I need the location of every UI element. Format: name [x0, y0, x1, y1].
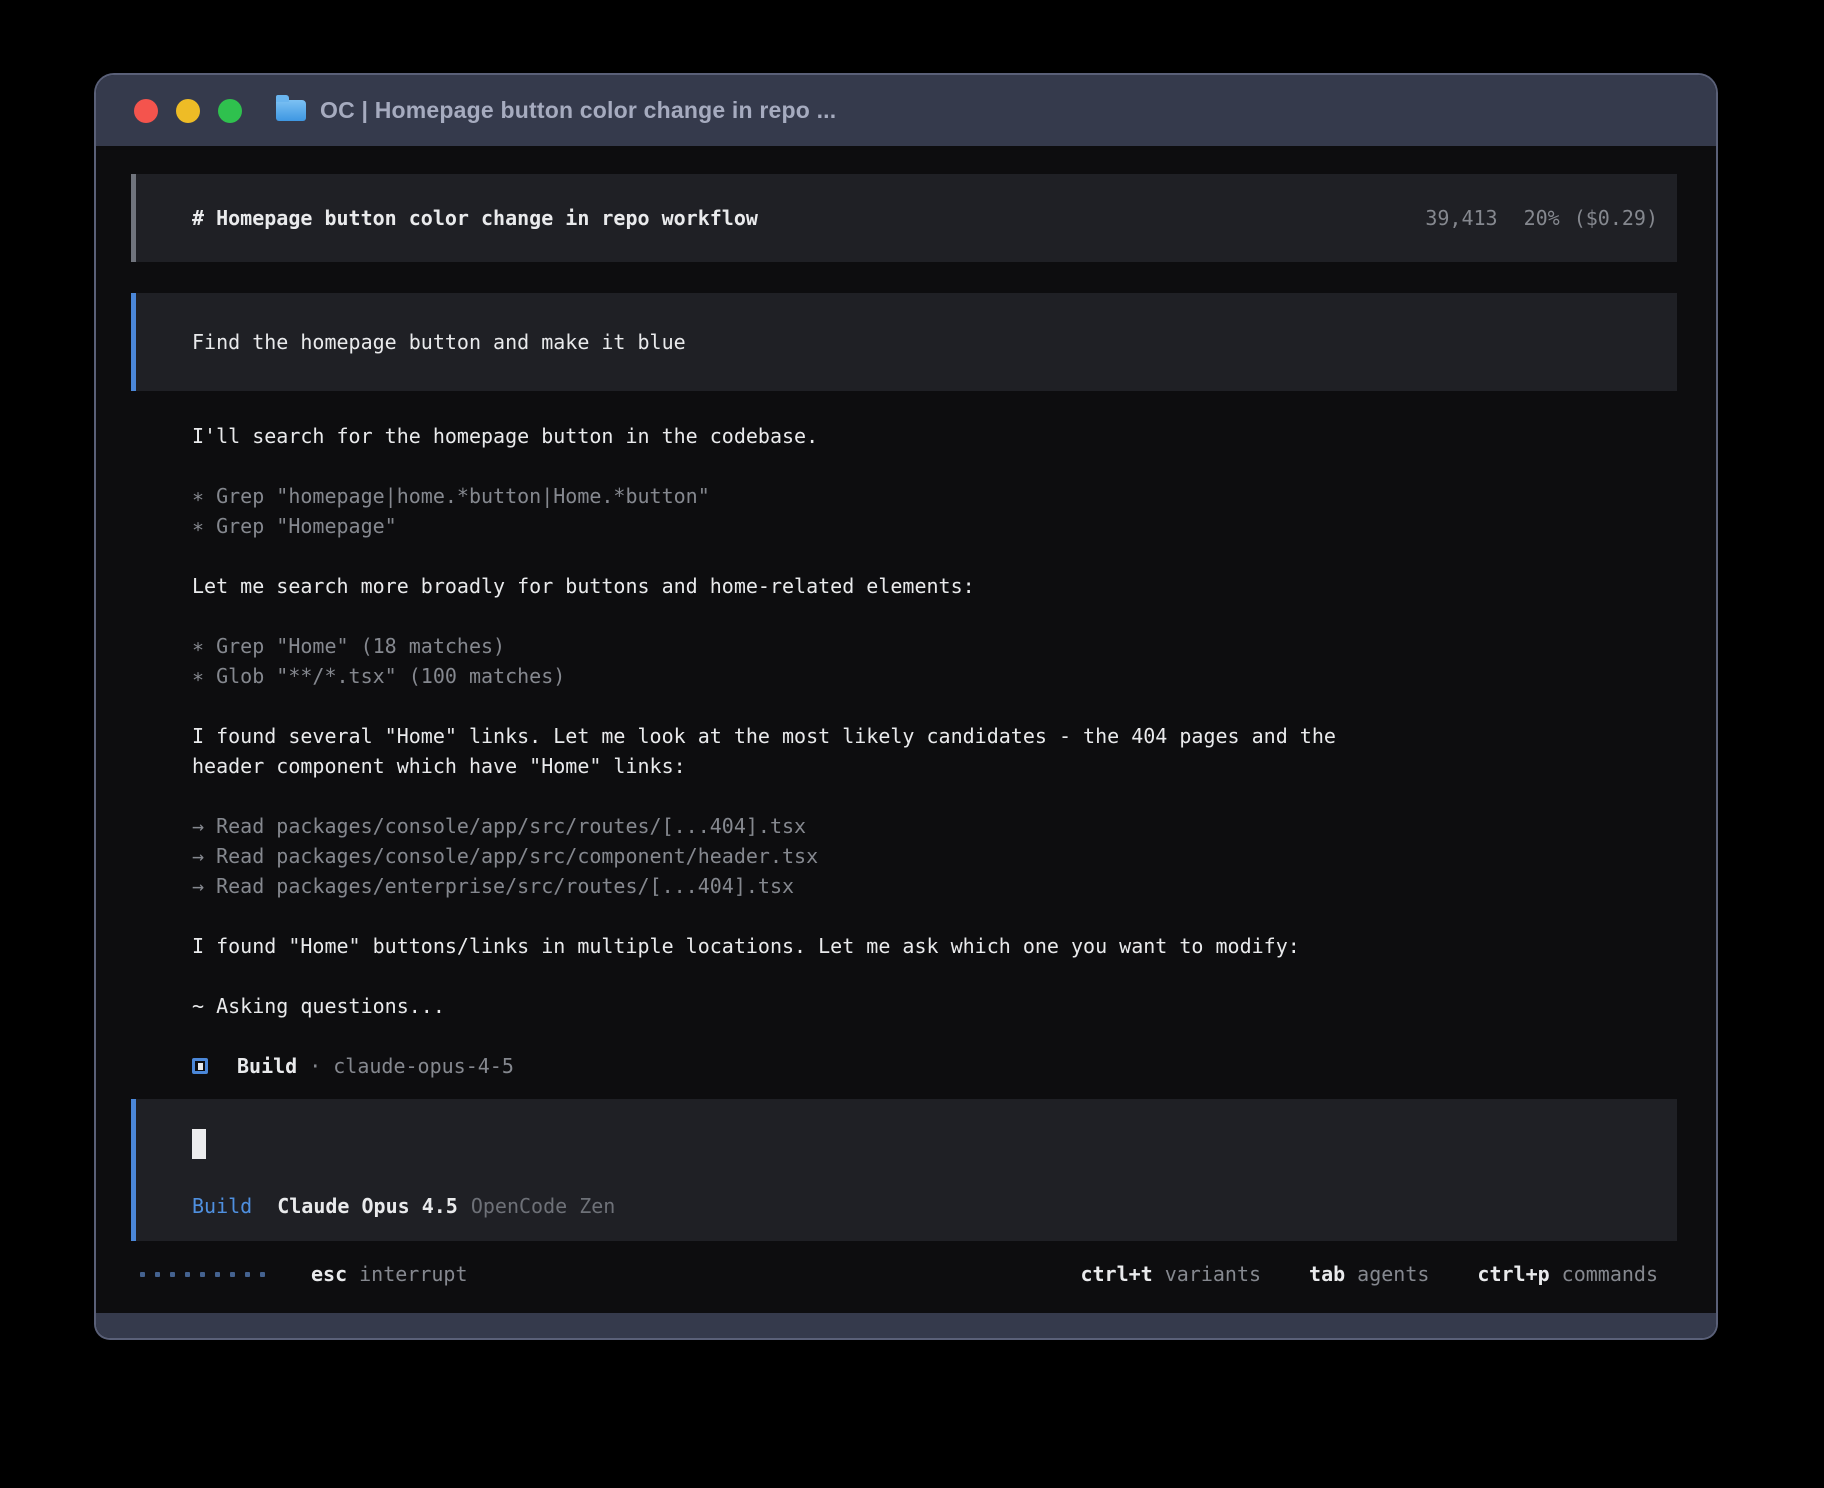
- terminal-content: # Homepage button color change in repo w…: [96, 146, 1716, 1313]
- assistant-text: header component which have "Home" links…: [192, 751, 1677, 781]
- assistant-text: I'll search for the homepage button in t…: [192, 421, 1677, 451]
- session-stats: 39,413 20% ($0.29): [1425, 206, 1658, 230]
- agent-task-model: claude-opus-4-5: [333, 1051, 514, 1081]
- hint-agents: tab agents: [1309, 1262, 1429, 1286]
- read-tool-line: → Read packages/enterprise/src/routes/[.…: [192, 871, 1677, 901]
- status-bar: esc interrupt ctrl+t variants tab agents…: [131, 1259, 1677, 1289]
- spinner-dot: [170, 1272, 175, 1277]
- hint-label: commands: [1562, 1262, 1658, 1286]
- assistant-status: ~ Asking questions...: [192, 991, 1677, 1021]
- tool-call-line: ∗ Grep "Homepage": [192, 511, 1677, 541]
- hint-key: tab: [1309, 1262, 1345, 1286]
- minimize-button[interactable]: [176, 99, 200, 123]
- spinner-dot: [245, 1272, 250, 1277]
- read-tool-line: → Read packages/console/app/src/routes/[…: [192, 811, 1677, 841]
- user-message: Find the homepage button and make it blu…: [131, 293, 1677, 391]
- esc-hint-key: esc: [311, 1262, 347, 1286]
- assistant-output: I'll search for the homepage button in t…: [192, 421, 1677, 1081]
- assistant-paragraph: I found several "Home" links. Let me loo…: [192, 721, 1677, 781]
- tool-call-group: → Read packages/console/app/src/routes/[…: [192, 811, 1677, 901]
- session-cost: ($0.29): [1574, 206, 1658, 230]
- titlebar[interactable]: OC | Homepage button color change in rep…: [96, 75, 1716, 146]
- agent-task-name: Build: [237, 1051, 297, 1081]
- spinner-dot: [215, 1272, 220, 1277]
- text-cursor: [192, 1129, 206, 1159]
- terminal-window: OC | Homepage button color change in rep…: [96, 75, 1716, 1338]
- user-message-text: Find the homepage button and make it blu…: [192, 330, 686, 354]
- prompt-input[interactable]: Build Claude Opus 4.5 OpenCode Zen: [131, 1099, 1677, 1241]
- folder-icon: [276, 100, 306, 121]
- hint-variants: ctrl+t variants: [1080, 1262, 1261, 1286]
- read-tool-line: → Read packages/console/app/src/componen…: [192, 841, 1677, 871]
- hint-commands: ctrl+p commands: [1477, 1262, 1658, 1286]
- hint-label: variants: [1165, 1262, 1261, 1286]
- keyboard-hints: ctrl+t variants tab agents ctrl+p comman…: [1080, 1262, 1658, 1286]
- hint-key: ctrl+t: [1080, 1262, 1152, 1286]
- session-header: # Homepage button color change in repo w…: [131, 174, 1677, 262]
- agent-mode-selector[interactable]: Build: [192, 1191, 252, 1221]
- assistant-text: I found several "Home" links. Let me loo…: [192, 721, 1677, 751]
- agent-build-icon: [192, 1058, 208, 1074]
- separator-dot: ·: [309, 1051, 321, 1081]
- tool-call-line: ∗ Grep "Home" (18 matches): [192, 631, 1677, 661]
- esc-hint-label: interrupt: [359, 1262, 467, 1286]
- session-title: # Homepage button color change in repo w…: [192, 206, 1425, 230]
- spinner-dot: [155, 1272, 160, 1277]
- assistant-text: I found "Home" buttons/links in multiple…: [192, 931, 1677, 961]
- asking-questions-text: ~ Asking questions...: [192, 991, 1677, 1021]
- context-percent: 20%: [1524, 206, 1560, 230]
- spinner-dot: [185, 1272, 190, 1277]
- spinner-icon: [140, 1272, 265, 1277]
- zoom-button[interactable]: [218, 99, 242, 123]
- spinner-dot: [200, 1272, 205, 1277]
- hint-key: ctrl+p: [1477, 1262, 1549, 1286]
- provider-name: OpenCode Zen: [471, 1191, 616, 1221]
- desktop: { "window": { "title": "OC | Homepage bu…: [0, 0, 1824, 1488]
- input-meta: Build Claude Opus 4.5 OpenCode Zen: [192, 1191, 1658, 1221]
- assistant-text: Let me search more broadly for buttons a…: [192, 571, 1677, 601]
- model-selector[interactable]: Claude Opus 4.5: [277, 1191, 458, 1221]
- tool-call-group: ∗ Grep "homepage|home.*button|Home.*butt…: [192, 481, 1677, 541]
- close-button[interactable]: [134, 99, 158, 123]
- token-count: 39,413: [1425, 206, 1497, 230]
- spinner-dot: [230, 1272, 235, 1277]
- tool-call-line: ∗ Grep "homepage|home.*button|Home.*butt…: [192, 481, 1677, 511]
- tool-call-line: ∗ Glob "**/*.tsx" (100 matches): [192, 661, 1677, 691]
- assistant-paragraph: I'll search for the homepage button in t…: [192, 421, 1677, 451]
- assistant-paragraph: Let me search more broadly for buttons a…: [192, 571, 1677, 601]
- hint-label: agents: [1357, 1262, 1429, 1286]
- tool-call-group: ∗ Grep "Home" (18 matches) ∗ Glob "**/*.…: [192, 631, 1677, 691]
- spinner-dot: [260, 1272, 265, 1277]
- assistant-paragraph: I found "Home" buttons/links in multiple…: [192, 931, 1677, 961]
- spinner-dot: [140, 1272, 145, 1277]
- window-title: OC | Homepage button color change in rep…: [320, 97, 836, 124]
- agent-task-row: Build · claude-opus-4-5: [192, 1051, 1677, 1081]
- window-bottom-edge: [96, 1313, 1716, 1338]
- traffic-lights: [134, 99, 242, 123]
